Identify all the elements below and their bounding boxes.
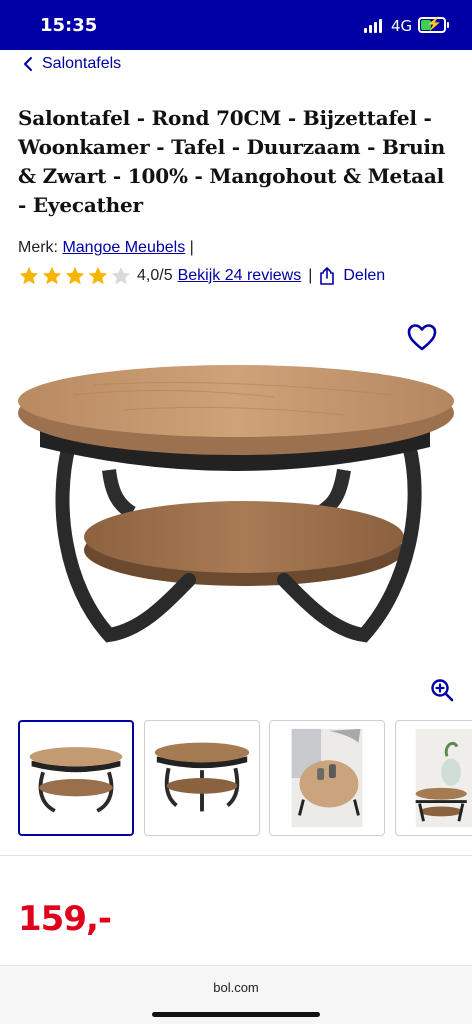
network-type: 4G	[391, 17, 413, 35]
brand-prefix: Merk:	[18, 239, 58, 256]
thumbnail-1[interactable]	[18, 720, 134, 836]
browser-bottom-bar: bol.com	[0, 965, 472, 1024]
status-bar: 15:35 4G ⚡	[0, 0, 472, 50]
divider	[0, 855, 472, 856]
heart-icon[interactable]	[406, 322, 438, 352]
price: 159,-	[18, 899, 112, 939]
home-indicator[interactable]	[152, 1012, 320, 1017]
thumbnail-4[interactable]	[395, 720, 472, 836]
star-filled-icon	[88, 266, 108, 285]
share-label: Delen	[343, 267, 386, 284]
battery-cap	[447, 22, 449, 28]
status-time: 15:35	[40, 15, 98, 36]
zoom-in-icon[interactable]	[430, 678, 454, 702]
star-empty-icon	[111, 266, 131, 285]
back-link[interactable]: Salontafels	[22, 53, 121, 75]
reviews-link[interactable]: Bekijk 24 reviews	[178, 267, 302, 285]
product-title: Salontafel - Rond 70CM - Bijzettafel - W…	[18, 106, 446, 217]
chevron-left-icon	[24, 57, 32, 71]
thumbnail-strip	[18, 720, 472, 838]
product-image[interactable]	[14, 355, 458, 655]
signal-icon	[364, 19, 384, 33]
browser-url[interactable]: bol.com	[0, 980, 472, 995]
thumbnail-2[interactable]	[144, 720, 260, 836]
back-link-label: Salontafels	[42, 55, 122, 72]
brand-link[interactable]: Mangoe Meubels	[62, 239, 185, 256]
rating-row: 4,0/5 Bekijk 24 reviews | Delen	[18, 264, 385, 288]
rating-text: 4,0/5	[137, 267, 173, 284]
brand-separator: |	[189, 239, 194, 256]
star-filled-icon	[42, 266, 62, 285]
thumbnail-3[interactable]	[269, 720, 385, 836]
brand-row: Merk: Mangoe Meubels |	[18, 239, 194, 257]
battery-icon: ⚡	[418, 16, 446, 33]
share-separator: |	[308, 267, 313, 284]
share-icon	[320, 267, 335, 285]
star-rating	[18, 265, 133, 287]
share-button[interactable]: Delen	[319, 267, 385, 285]
star-filled-icon	[65, 266, 85, 285]
star-filled-icon	[19, 266, 39, 285]
